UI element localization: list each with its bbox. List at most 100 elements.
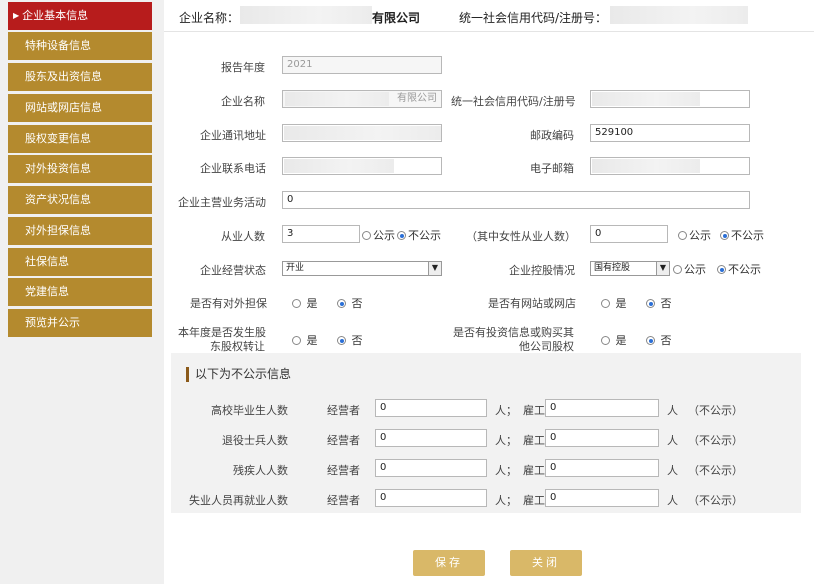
sidebar-item-social-security[interactable]: 社保信息: [8, 248, 152, 276]
radio-icon: [292, 299, 301, 308]
redacted-address-value: [284, 126, 441, 140]
postcode-field[interactable]: 529100: [590, 124, 750, 142]
row-label: 失业人员再就业人数: [189, 494, 288, 507]
operator-count-field[interactable]: 0: [375, 429, 487, 447]
label-line-2: 东股权转让: [210, 340, 265, 353]
employee-count-field[interactable]: 0: [545, 459, 659, 477]
investment-no-radio[interactable]: 否: [646, 332, 672, 348]
unit-person: 人: [667, 434, 678, 447]
equity-transfer-no-radio[interactable]: 否: [337, 332, 363, 348]
website-yes-radio[interactable]: 是: [601, 295, 627, 311]
holding-public-radio[interactable]: 公示: [673, 261, 706, 277]
not-public-note: （不公示）: [688, 464, 743, 477]
female-not-public-radio[interactable]: 不公示: [720, 227, 764, 243]
radio-icon: [673, 265, 682, 274]
female-employees-field[interactable]: 0: [590, 225, 668, 243]
sidebar-item-party[interactable]: 党建信息: [8, 278, 152, 306]
sidebar-item-special-equipment[interactable]: 特种设备信息: [8, 32, 152, 60]
sidebar-item-label: 预览并公示: [25, 316, 80, 329]
non-public-section-title: 以下为不公示信息: [186, 367, 291, 382]
holding-not-public-radio[interactable]: 不公示: [717, 261, 761, 277]
employee-count-field[interactable]: 0: [545, 489, 659, 507]
investment-yes-radio[interactable]: 是: [601, 332, 627, 348]
sidebar-item-assets[interactable]: 资产状况信息: [8, 186, 152, 214]
sidebar-item-label: 对外担保信息: [25, 224, 91, 237]
arrow-right-icon: ▶: [13, 11, 20, 20]
save-button[interactable]: 保存: [413, 550, 485, 576]
radio-icon: [678, 231, 687, 240]
redacted-name-value: [285, 92, 389, 106]
company-header: 企业名称： 有限公司 统一社会信用代码/注册号：: [164, 0, 814, 32]
radio-label: 不公示: [731, 229, 764, 242]
radio-selected-icon: [397, 231, 406, 240]
sidebar-item-basic-info[interactable]: ▶ 企业基本信息: [8, 2, 152, 30]
close-button[interactable]: 关闭: [510, 550, 582, 576]
sidebar-item-label: 股东及出资信息: [25, 70, 102, 83]
select-value: 开业: [286, 263, 305, 273]
radio-label: 不公示: [408, 229, 441, 242]
company-name-field[interactable]: 有限公司: [282, 90, 442, 108]
website-label: 是否有网站或网店: [488, 297, 576, 310]
radio-icon: [362, 231, 371, 240]
email-label: 电子邮箱: [530, 162, 574, 175]
employees-not-public-radio[interactable]: 不公示: [397, 227, 441, 243]
holding-select[interactable]: 国有控股 ▼: [590, 261, 670, 276]
radio-label: 是: [306, 334, 318, 347]
company-name-field-suffix: 有限公司: [397, 93, 437, 104]
female-public-radio[interactable]: 公示: [678, 227, 711, 243]
report-year-field[interactable]: 2021: [282, 56, 442, 74]
equity-transfer-yes-radio[interactable]: 是: [292, 332, 318, 348]
phone-field[interactable]: [282, 157, 442, 175]
label-line-2: 他公司股权: [519, 340, 574, 353]
row-label: 退役士兵人数: [222, 434, 288, 447]
radio-label: 公示: [373, 229, 395, 242]
chevron-down-icon: ▼: [428, 262, 441, 275]
employees-field[interactable]: 3: [282, 225, 360, 243]
credit-code-label: 统一社会信用代码/注册号：: [459, 11, 608, 25]
operator-count-field[interactable]: 0: [375, 459, 487, 477]
holding-label: 企业控股情况: [509, 264, 575, 277]
sidebar-item-label: 企业基本信息: [22, 9, 89, 22]
sidebar-item-investment[interactable]: 对外投资信息: [8, 155, 152, 183]
sidebar-item-shareholders[interactable]: 股东及出资信息: [8, 63, 152, 91]
radio-label: 不公示: [728, 263, 761, 276]
employee-count-field[interactable]: 0: [545, 429, 659, 447]
company-name-label: 企业名称：: [179, 11, 240, 25]
operator-count-field[interactable]: 0: [375, 399, 487, 417]
employees-label: 从业人数: [221, 230, 265, 243]
guarantee-no-radio[interactable]: 否: [337, 295, 363, 311]
not-public-note: （不公示）: [688, 404, 743, 417]
employees-public-radio[interactable]: 公示: [362, 227, 395, 243]
sidebar-item-guarantee[interactable]: 对外担保信息: [8, 217, 152, 245]
redacted-credit-code: [610, 6, 748, 24]
employee-count-field[interactable]: 0: [545, 399, 659, 417]
email-field[interactable]: [590, 157, 750, 175]
main-business-field[interactable]: 0: [282, 191, 750, 209]
guarantee-label: 是否有对外担保: [190, 297, 267, 310]
address-field[interactable]: [282, 124, 442, 142]
radio-icon: [292, 336, 301, 345]
sidebar-item-label: 资产状况信息: [25, 193, 91, 206]
main-content: 企业名称： 有限公司 统一社会信用代码/注册号： 报告年度 2021 企业名称 …: [164, 0, 814, 584]
report-year-label: 报告年度: [221, 61, 265, 74]
sidebar-item-equity-change[interactable]: 股权变更信息: [8, 125, 152, 153]
operator-count-field[interactable]: 0: [375, 489, 487, 507]
operator-label: 经营者: [327, 464, 360, 477]
radio-label: 是: [615, 297, 627, 310]
not-public-note: （不公示）: [688, 494, 743, 507]
credit-code-field[interactable]: [590, 90, 750, 108]
sidebar-item-preview[interactable]: 预览并公示: [8, 309, 152, 337]
operator-label: 经营者: [327, 494, 360, 507]
business-status-label: 企业经营状态: [200, 264, 266, 277]
row-label: 残疾人人数: [233, 464, 288, 477]
sidebar-item-label: 特种设备信息: [25, 39, 91, 52]
postcode-label: 邮政编码: [530, 129, 574, 142]
business-status-select[interactable]: 开业 ▼: [282, 261, 442, 276]
radio-label: 否: [351, 297, 363, 310]
chevron-down-icon: ▼: [656, 262, 669, 275]
company-name-field-label: 企业名称: [221, 95, 265, 108]
guarantee-yes-radio[interactable]: 是: [292, 295, 318, 311]
sidebar-item-website[interactable]: 网站或网店信息: [8, 94, 152, 122]
website-no-radio[interactable]: 否: [646, 295, 672, 311]
radio-label: 公示: [689, 229, 711, 242]
